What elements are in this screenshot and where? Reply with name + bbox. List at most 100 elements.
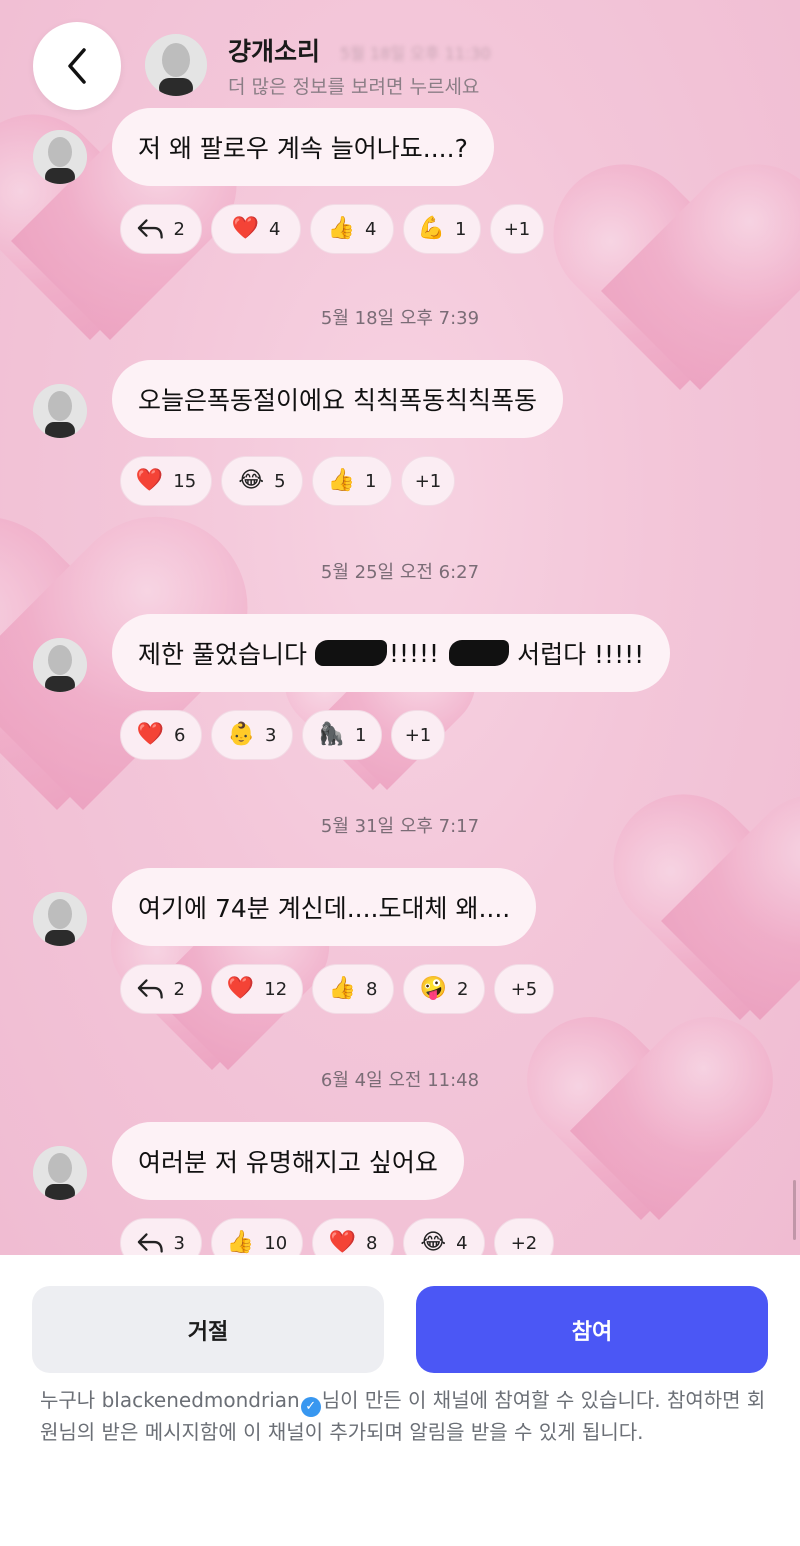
decline-button[interactable]: 거절 xyxy=(32,1286,384,1373)
reaction-pill[interactable]: 😂 4 xyxy=(403,1218,485,1255)
message-bubble[interactable]: 여러분 저 유명해지고 싶어요 xyxy=(112,1122,464,1200)
scrollbar[interactable] xyxy=(793,1180,796,1240)
reaction-count: 4 xyxy=(268,218,281,240)
message-text-start: 제한 풀었습니다 xyxy=(138,640,307,669)
reaction-count: 2 xyxy=(456,978,469,1000)
message-bubble[interactable]: 저 왜 팔로우 계속 늘어나됴....? xyxy=(112,108,494,186)
reaction-pill[interactable]: 😂 5 xyxy=(221,456,303,506)
reply-count-pill[interactable]: 3 xyxy=(120,1218,202,1255)
reaction-count: 12 xyxy=(264,978,288,1000)
thumbs-up-emoji-icon: 👍 xyxy=(226,1230,255,1255)
channel-owner-username[interactable]: blackenedmondrian xyxy=(102,1388,300,1412)
thumbs-up-emoji-icon: 👍 xyxy=(327,216,355,241)
chat-area[interactable]: 5월 18일 오후 11:30 걍개소리 더 많은 정보를 보려면 누르세요 저… xyxy=(0,0,800,1255)
reaction-count: 6 xyxy=(173,724,186,746)
reaction-pill[interactable]: ❤️ 15 xyxy=(120,456,212,506)
message-timestamp: 6월 4일 오전 11:48 xyxy=(320,1070,480,1091)
zany-face-emoji-icon: 🤪 xyxy=(419,976,447,1001)
flexed-biceps-emoji-icon: 💪 xyxy=(417,216,445,241)
reaction-pill[interactable]: ❤️ 8 xyxy=(312,1218,394,1255)
thumbs-up-emoji-icon: 👍 xyxy=(328,976,356,1001)
heart-emoji-icon: ❤️ xyxy=(328,1230,356,1255)
more-reactions-pill[interactable]: +1 xyxy=(401,456,455,506)
sender-avatar[interactable] xyxy=(33,638,87,692)
join-notice: 누구나 blackenedmondrian ✓ 님이 만든 이 채널에 참여할 수 … xyxy=(40,1385,770,1448)
tears-of-joy-emoji-icon: 😂 xyxy=(420,1230,447,1255)
more-reactions-count: +1 xyxy=(414,470,442,492)
reaction-count: 1 xyxy=(454,218,467,240)
reaction-bar: 2 ❤️ 4 👍 4 💪 1 +1 xyxy=(120,204,544,254)
reaction-bar: ❤️ 6 👶 3 🦍 1 +1 xyxy=(120,710,445,760)
heart-background-decoration xyxy=(560,170,800,410)
heart-background-decoration xyxy=(533,1022,767,1238)
heart-emoji-icon: ❤️ xyxy=(135,468,164,493)
more-reactions-pill[interactable]: +1 xyxy=(490,204,544,254)
sender-avatar[interactable] xyxy=(33,892,87,946)
channel-info-hint[interactable]: 더 많은 정보를 보려면 누르세요 xyxy=(228,72,479,99)
reaction-count: 10 xyxy=(264,1232,288,1254)
reaction-pill[interactable]: 🤪 2 xyxy=(403,964,485,1014)
reaction-pill[interactable]: 👍 10 xyxy=(211,1218,303,1255)
redacted-scribble xyxy=(449,640,510,666)
channel-avatar[interactable] xyxy=(145,34,207,96)
reply-count-pill[interactable]: 2 xyxy=(120,204,202,254)
reaction-count: 15 xyxy=(173,470,197,492)
reaction-bar: 2 ❤️ 12 👍 8 🤪 2 +5 xyxy=(120,964,554,1014)
reaction-count: 4 xyxy=(364,218,377,240)
baby-face-emoji-icon: 👶 xyxy=(227,722,255,747)
reaction-pill[interactable]: ❤️ 12 xyxy=(211,964,303,1014)
message-text: 저 왜 팔로우 계속 늘어나됴....? xyxy=(138,134,468,163)
message-bubble[interactable]: 오늘은폭동절이에요 칙칙폭동칙칙폭동 xyxy=(112,360,563,438)
reaction-pill[interactable]: 👶 3 xyxy=(211,710,293,760)
reaction-pill[interactable]: 💪 1 xyxy=(403,204,481,254)
reaction-pill[interactable]: ❤️ 4 xyxy=(211,204,301,254)
reaction-pill[interactable]: 👍 8 xyxy=(312,964,394,1014)
reaction-count: 2 xyxy=(173,978,185,1000)
more-reactions-count: +2 xyxy=(510,1232,538,1254)
gorilla-emoji-icon: 🦍 xyxy=(317,722,345,747)
message-bubble[interactable]: 제한 풀었습니다 !!!!! 서럽다 !!!!! xyxy=(112,614,671,692)
reply-icon xyxy=(137,1233,163,1253)
message-timestamp: 5월 25일 오전 6:27 xyxy=(320,562,480,583)
reaction-count: 1 xyxy=(354,724,367,746)
reaction-pill[interactable]: 🦍 1 xyxy=(302,710,382,760)
more-reactions-pill[interactable]: +5 xyxy=(494,964,554,1014)
join-button[interactable]: 참여 xyxy=(416,1286,768,1373)
more-reactions-count: +1 xyxy=(404,724,432,746)
reply-count-pill[interactable]: 2 xyxy=(120,964,202,1014)
channel-name[interactable]: 걍개소리 xyxy=(228,32,320,68)
reaction-pill[interactable]: ❤️ 6 xyxy=(120,710,202,760)
back-button[interactable] xyxy=(33,22,121,110)
more-reactions-count: +1 xyxy=(503,218,531,240)
message-text: 오늘은폭동절이에요 칙칙폭동칙칙폭동 xyxy=(138,386,537,415)
sender-avatar[interactable] xyxy=(33,130,87,184)
message-bubble[interactable]: 여기에 74분 계신데....도대체 왜.... xyxy=(112,868,537,946)
message-text: 여러분 저 유명해지고 싶어요 xyxy=(138,1148,438,1177)
heart-emoji-icon: ❤️ xyxy=(226,976,255,1001)
redacted-scribble xyxy=(314,640,387,666)
more-reactions-pill[interactable]: +1 xyxy=(391,710,445,760)
message-timestamp: 5월 31일 오후 7:17 xyxy=(320,816,480,837)
more-reactions-count: +5 xyxy=(510,978,538,1000)
reaction-count: 1 xyxy=(364,470,377,492)
message-text-middle: !!!!! xyxy=(388,638,440,668)
more-reactions-pill[interactable]: +2 xyxy=(494,1218,554,1255)
faded-timestamp: 5월 18일 오후 11:30 xyxy=(340,44,491,63)
reaction-count: 8 xyxy=(365,978,378,1000)
verified-badge-icon: ✓ xyxy=(300,1397,321,1417)
join-channel-sheet: 거절 참여 누구나 blackenedmondrian ✓ 님이 만든 이 채널에 … xyxy=(0,1255,800,1546)
message-text-end: 서럽다 !!!!! xyxy=(517,640,645,669)
thumbs-up-emoji-icon: 👍 xyxy=(327,468,355,493)
reaction-bar: ❤️ 15 😂 5 👍 1 +1 xyxy=(120,456,455,506)
sender-avatar[interactable] xyxy=(33,384,87,438)
reaction-pill[interactable]: 👍 4 xyxy=(310,204,394,254)
reaction-pill[interactable]: 👍 1 xyxy=(312,456,392,506)
heart-emoji-icon: ❤️ xyxy=(136,722,164,747)
reaction-count: 3 xyxy=(264,724,277,746)
sender-avatar[interactable] xyxy=(33,1146,87,1200)
notice-prefix: 누구나 xyxy=(40,1388,102,1412)
tears-of-joy-emoji-icon: 😂 xyxy=(238,468,265,493)
reaction-bar: 3 👍 10 ❤️ 8 😂 4 +2 xyxy=(120,1218,554,1255)
heart-emoji-icon: ❤️ xyxy=(231,216,259,241)
message-timestamp: 5월 18일 오후 7:39 xyxy=(320,308,480,329)
